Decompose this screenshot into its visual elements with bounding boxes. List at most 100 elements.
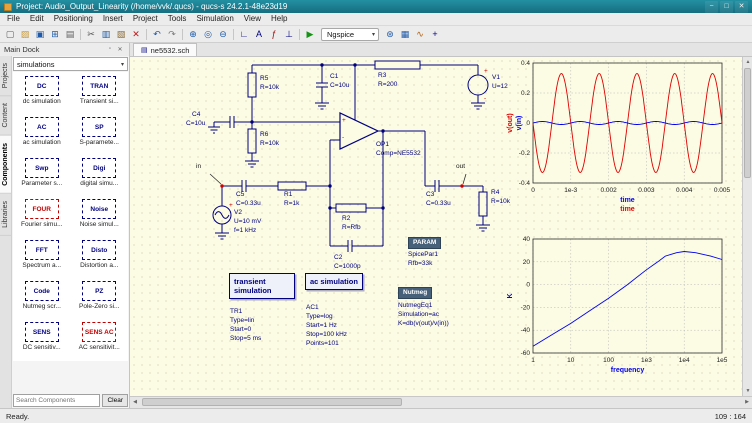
component-noise-simulation[interactable]: Noise Noise simul... xyxy=(71,197,129,238)
nutmeg-block-header[interactable]: Nutmeg xyxy=(398,287,433,299)
opamp-noninverting-mark[interactable]: + xyxy=(342,117,346,124)
save-document-icon[interactable]: ▣ xyxy=(33,27,47,41)
component-ac-simulation[interactable]: AC ac simulation xyxy=(13,115,71,156)
redo-icon[interactable]: ↷ xyxy=(165,27,179,41)
menu-project[interactable]: Project xyxy=(128,13,163,25)
schematic-label[interactable]: C=0.33u xyxy=(426,200,451,207)
schematic-label[interactable]: C2 xyxy=(334,254,342,261)
time-waveforms-plot[interactable]: 0 1e-3 0.002 0.003 0.004 0.005 0.4 0.2 0 -0.2 -0.4… xyxy=(500,57,735,229)
schematic-label[interactable]: V1 xyxy=(492,74,500,81)
component-fourier-simulation[interactable]: FOUR Fourier simu... xyxy=(13,197,71,238)
v1-plus-mark[interactable]: + xyxy=(484,68,488,75)
schematic-label[interactable]: R2 xyxy=(342,215,350,222)
schematic-label[interactable]: C=0.33u xyxy=(236,200,261,207)
nutmeg-script-icon[interactable]: Code xyxy=(24,281,59,301)
horizontal-scrollbar[interactable]: ◀ ▶ xyxy=(130,396,752,408)
new-document-icon[interactable]: ▢ xyxy=(3,27,17,41)
vertical-scroll-thumb[interactable] xyxy=(744,68,751,178)
schematic-label[interactable]: Stop=5 ms xyxy=(230,335,261,342)
equation-icon[interactable]: ƒ xyxy=(267,27,281,41)
capacitor-C4[interactable] xyxy=(229,116,235,128)
capacitor-C3[interactable] xyxy=(434,180,440,192)
schematic-label[interactable]: NutmegEq1 xyxy=(398,302,432,309)
open-document-icon[interactable]: ▨ xyxy=(18,27,32,41)
component-digital-simulation[interactable]: Digi digital simu... xyxy=(71,156,129,197)
resistor-R3[interactable] xyxy=(374,60,421,70)
menu-positioning[interactable]: Positioning xyxy=(49,13,98,25)
ground-tool-icon[interactable]: ⊥ xyxy=(282,27,296,41)
zoom-out-icon[interactable]: ⊖ xyxy=(216,27,230,41)
v2-plus-mark[interactable]: + xyxy=(229,202,233,209)
component-s-parameter-simulation[interactable]: SP S-paramete... xyxy=(71,115,129,156)
schematic-label[interactable]: C4 xyxy=(192,111,200,118)
schematic-label[interactable]: Type=lin xyxy=(230,317,254,324)
schematic-label[interactable]: C1 xyxy=(330,73,338,80)
simulator-select[interactable]: Ngspice ▾ xyxy=(321,27,379,41)
menu-view[interactable]: View xyxy=(239,13,266,25)
view-data-display-icon[interactable]: ▦ xyxy=(398,27,412,41)
search-components-input[interactable] xyxy=(13,393,101,407)
schematic-label[interactable]: C=10u xyxy=(330,82,349,89)
minimize-button[interactable]: − xyxy=(705,0,718,13)
vertical-scrollbar[interactable]: ▲ ▼ xyxy=(742,57,752,396)
schematic-label[interactable]: C=1000p xyxy=(334,263,361,270)
ac-simulation-block[interactable]: ac simulation xyxy=(305,273,363,290)
schematic-label[interactable]: R=200 xyxy=(378,81,397,88)
dock-tab-libraries[interactable]: Libraries xyxy=(0,193,11,236)
distortion-analysis-icon[interactable]: Disto xyxy=(82,240,117,260)
schematic-label[interactable]: R=10k xyxy=(260,140,279,147)
dock-tab-components[interactable]: Components xyxy=(0,135,11,194)
schematic-label[interactable]: U=10 mV xyxy=(234,218,261,225)
v1-minus-mark[interactable]: - xyxy=(484,95,486,102)
menu-edit[interactable]: Edit xyxy=(25,13,49,25)
capacitor-C2[interactable] xyxy=(347,240,353,252)
menu-tools[interactable]: Tools xyxy=(163,13,192,25)
schematic-label[interactable]: Rfb=33k xyxy=(408,260,432,267)
node-label-in[interactable]: in xyxy=(196,163,201,170)
noise-simulation-icon[interactable]: Noise xyxy=(82,199,117,219)
schematic-label[interactable]: V2 xyxy=(234,209,242,216)
dock-float-button[interactable]: ▫ xyxy=(105,46,115,53)
schematic-label[interactable]: AC1 xyxy=(306,304,319,311)
dock-tab-content[interactable]: Content xyxy=(0,96,11,136)
component-pole-zero-simulation[interactable]: PZ Pole-Zero si... xyxy=(71,279,129,320)
schematic-label[interactable]: R4 xyxy=(491,189,499,196)
schematic-label[interactable]: Stop=100 kHz xyxy=(306,331,347,338)
schematic-label[interactable]: Type=log xyxy=(306,313,333,320)
document-tab-ne5532[interactable]: ▤ ne5532.sch xyxy=(133,43,198,56)
schematic-label[interactable]: R1 xyxy=(284,191,292,198)
dock-close-button[interactable]: ✕ xyxy=(115,46,125,53)
schematic-canvas[interactable]: transient simulation ac simulation PARAM… xyxy=(130,57,742,396)
schematic-label[interactable]: C5 xyxy=(236,191,244,198)
zoom-in-icon[interactable]: ⊕ xyxy=(186,27,200,41)
schematic-label[interactable]: OP1 xyxy=(376,141,389,148)
schematic-label[interactable]: f=1 kHz xyxy=(234,227,256,234)
schematic-label[interactable]: Start=0 xyxy=(230,326,251,333)
component-category-select[interactable]: simulations ▾ xyxy=(13,57,128,71)
schematic-label[interactable]: R3 xyxy=(378,72,386,79)
copy-icon[interactable]: ▥ xyxy=(99,27,113,41)
wire-label-icon[interactable]: A xyxy=(252,27,266,41)
transient-simulation-icon[interactable]: TRAN xyxy=(82,76,117,96)
ac-sensitivity-icon[interactable]: SENS AC xyxy=(82,322,117,342)
zoom-fit-icon[interactable]: ◎ xyxy=(201,27,215,41)
component-distortion-analysis[interactable]: Disto Distortion a... xyxy=(71,238,129,279)
param-block-header[interactable]: PARAM xyxy=(408,237,442,249)
delete-icon[interactable]: ✕ xyxy=(129,27,143,41)
dc-sensitivity-icon[interactable]: SENS xyxy=(24,322,59,342)
undo-icon[interactable]: ↶ xyxy=(150,27,164,41)
scroll-right-button[interactable]: ▶ xyxy=(742,397,752,407)
title-bar[interactable]: Project: Audio_Output_Linearity (/home/v… xyxy=(0,0,752,13)
component-nutmeg-script[interactable]: Code Nutmeg scr... xyxy=(13,279,71,320)
horizontal-scroll-thumb[interactable] xyxy=(142,398,402,406)
schematic-label[interactable]: Simulation=ac xyxy=(398,311,439,318)
ac-simulation-icon[interactable]: AC xyxy=(24,117,59,137)
schematic-label[interactable]: Start=1 Hz xyxy=(306,322,337,329)
dock-tab-projects[interactable]: Projects xyxy=(0,56,11,97)
schematic-label[interactable]: R5 xyxy=(260,75,268,82)
schematic-label[interactable]: C3 xyxy=(426,191,434,198)
schematic-label[interactable]: R6 xyxy=(260,131,268,138)
scroll-down-button[interactable]: ▼ xyxy=(743,386,752,396)
digital-simulation-icon[interactable]: Digi xyxy=(82,158,117,178)
schematic-label[interactable]: K=db(v(out)/v(in)) xyxy=(398,320,449,327)
